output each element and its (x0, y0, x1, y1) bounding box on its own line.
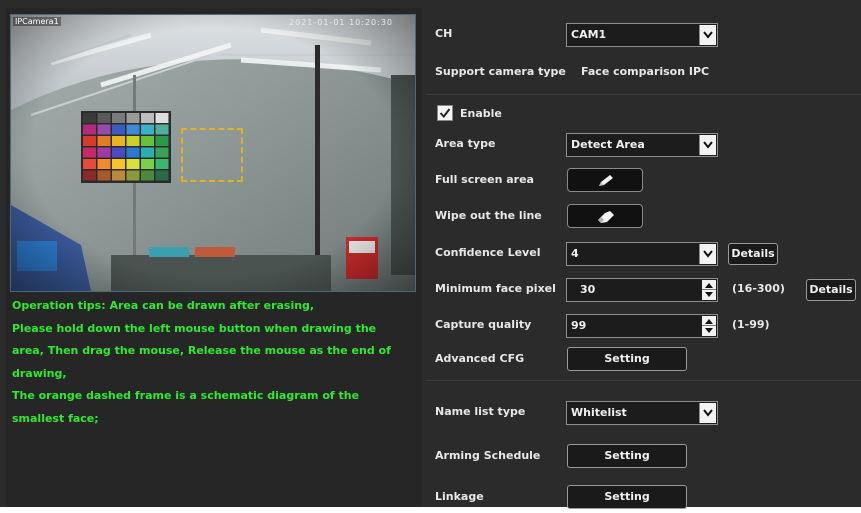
stepper-down-icon[interactable] (702, 326, 716, 336)
enable-label: Enable (460, 107, 502, 120)
tip-line: Operation tips: Area can be drawn after … (12, 299, 315, 312)
chevron-down-icon[interactable] (699, 25, 716, 45)
stepper-buttons (702, 280, 716, 300)
min-face-value: 30 (580, 283, 596, 296)
area-type-select-value: Detect Area (571, 138, 645, 151)
wipe-line-label: Wipe out the line (435, 209, 542, 222)
name-list-select-value: Whitelist (571, 406, 627, 419)
settings-panel: CH CAM1 Support camera type Face compari… (426, 8, 861, 509)
row-support-type: Support camera type Face comparison IPC (426, 58, 861, 88)
linkage-setting-button[interactable]: Setting (567, 485, 687, 509)
camera-preview[interactable]: IPCamera1 2021-01-01 10:20:30 (10, 14, 416, 292)
confidence-details-button[interactable]: Details (728, 243, 778, 265)
row-wipe-line: Wipe out the line (426, 202, 861, 232)
min-face-frame (181, 128, 243, 182)
row-full-screen: Full screen area (426, 166, 861, 196)
stepper-up-icon[interactable] (702, 280, 716, 290)
arming-setting-button[interactable]: Setting (567, 444, 687, 468)
confidence-select[interactable]: 4 (566, 242, 718, 266)
row-arming: Arming Schedule Setting (426, 442, 861, 472)
wipe-line-button[interactable] (567, 204, 643, 228)
stepper-up-icon[interactable] (702, 316, 716, 326)
confidence-label: Confidence Level (435, 246, 541, 259)
full-screen-draw-button[interactable] (567, 168, 643, 192)
confidence-select-value: 4 (571, 247, 579, 260)
capture-quality-range: (1-99) (732, 318, 770, 331)
camera-osd-label: IPCamera1 (13, 17, 61, 26)
camera-osd-timestamp: 2021-01-01 10:20:30 (289, 18, 393, 27)
tip-line: Please hold down the left mouse button w… (12, 321, 377, 335)
operation-tips: Operation tips: Area can be drawn after … (12, 296, 416, 431)
row-area-type: Area type Detect Area (426, 130, 861, 160)
advanced-label: Advanced CFG (435, 352, 525, 365)
pencil-icon (599, 175, 613, 186)
tip-line: area, Then drag the mouse, Release the m… (12, 344, 391, 357)
area-type-label: Area type (435, 137, 496, 150)
arming-label: Arming Schedule (435, 449, 541, 462)
capture-quality-value: 99 (571, 319, 587, 332)
stepper-buttons (702, 316, 716, 336)
chevron-down-icon[interactable] (699, 135, 716, 155)
full-screen-label: Full screen area (435, 173, 534, 186)
row-advanced: Advanced CFG Setting (426, 345, 861, 375)
divider (426, 380, 861, 381)
chevron-down-icon[interactable] (699, 403, 716, 423)
tip-line: drawing, (12, 366, 67, 380)
name-list-select[interactable]: Whitelist (566, 401, 718, 425)
linkage-label: Linkage (435, 490, 484, 503)
min-face-details-button[interactable]: Details (806, 279, 856, 301)
tip-line: The orange dashed frame is a schematic d… (12, 389, 360, 402)
check-icon (439, 108, 451, 119)
capture-quality-label: Capture quality (435, 318, 532, 331)
area-type-select[interactable]: Detect Area (566, 133, 718, 157)
face-detection-config-window: IPCamera1 2021-01-01 10:20:30 Operation … (0, 0, 861, 509)
stepper-down-icon[interactable] (702, 290, 716, 300)
row-enable: Enable (426, 100, 861, 130)
tip-line: smallest face; (12, 411, 99, 425)
advanced-setting-button[interactable]: Setting (567, 347, 687, 371)
channel-select-value: CAM1 (571, 28, 607, 41)
chevron-down-icon[interactable] (699, 244, 716, 264)
divider (426, 94, 861, 95)
row-min-face: Minimum face pixel 30 (16-300) Details (426, 275, 861, 305)
row-linkage: Linkage Setting (426, 483, 861, 513)
row-capture-quality: Capture quality 99 (1-99) (426, 311, 861, 341)
row-name-list: Name list type Whitelist (426, 398, 861, 428)
support-type-value: Face comparison IPC (581, 65, 710, 78)
eraser-icon (598, 211, 614, 223)
min-face-stepper[interactable]: 30 (566, 278, 718, 302)
row-confidence: Confidence Level 4 Details (426, 239, 861, 269)
channel-label: CH (435, 27, 453, 40)
channel-select[interactable]: CAM1 (566, 23, 718, 47)
min-face-range: (16-300) (732, 282, 785, 295)
row-channel: CH CAM1 (426, 20, 861, 50)
enable-checkbox[interactable] (437, 105, 453, 121)
support-type-label: Support camera type (435, 65, 566, 78)
name-list-label: Name list type (435, 405, 526, 418)
capture-quality-stepper[interactable]: 99 (566, 314, 718, 338)
min-face-label: Minimum face pixel (435, 282, 556, 295)
